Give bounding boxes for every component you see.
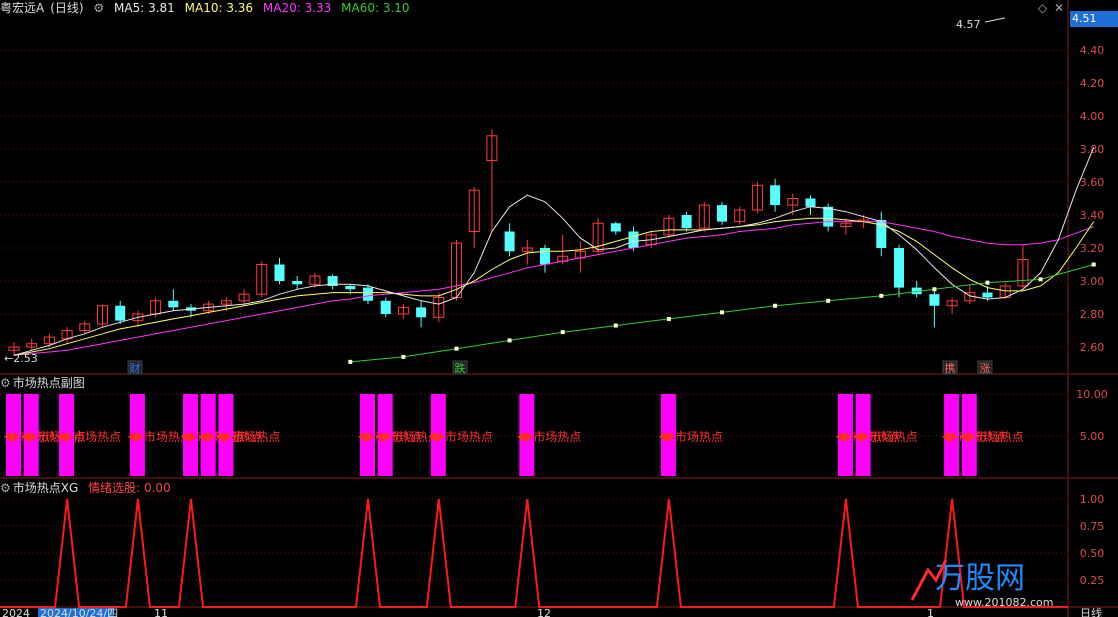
panel3-header: ⚙ 市场热点XG 情绪选股: 0.00 [0,480,177,496]
ma60-marker [348,359,353,364]
ma60-marker [401,354,406,359]
event-tag: 携 [945,361,956,375]
ma60-marker [985,280,990,285]
candle-down [681,215,692,229]
panel2-header: ⚙ 市场热点副图 [0,375,91,391]
hotspot-label: 市场热点 [870,429,918,444]
ma60-marker [932,287,937,292]
price-tick-label: 4.40 [1080,44,1105,57]
panel3-tick-label: 0.75 [1080,520,1105,533]
period-label: 日线 [1080,606,1102,617]
hotspot-label: 市场热点 [232,429,280,444]
date-label: 12 [537,607,551,617]
close-icon[interactable]: ✕ [1054,1,1064,15]
panel2-tick-label: 10.00 [1076,388,1108,401]
candle-down [929,294,940,306]
hotspot-label: 市场热点 [976,429,1024,444]
date-label: 11 [154,607,168,617]
panel3-tick-label: 0.25 [1080,574,1105,587]
candle-down [540,248,550,265]
watermark-url: www.201082.com [955,596,1053,609]
low-marker-label: ←2.53 [4,352,38,365]
candle-down [805,198,816,207]
ma60-marker [1038,277,1043,282]
price-tick-label: 3.80 [1080,143,1105,156]
candle-down [115,305,126,321]
candle-down [380,300,391,314]
price-tick-label: 3.20 [1080,242,1105,255]
event-tag: 财 [130,361,141,375]
settings-icon[interactable]: ⚙ [93,1,104,15]
price-tick-label: 3.00 [1080,275,1105,288]
ma60-marker [773,303,778,308]
candle-down [982,292,993,298]
ma60-marker [826,298,831,303]
candle-down [610,223,621,232]
candle-down [168,300,179,308]
stock-name: 粤宏远A [0,1,45,15]
current-price-badge: 4.51 [1070,11,1118,27]
ma60-marker [560,330,565,335]
date-label: 2024 [2,607,30,617]
hotspot-label: 市场热点 [445,429,493,444]
ma20-label: MA20: 3.33 [262,1,332,15]
price-tick-label: 4.00 [1080,110,1105,123]
settings-icon[interactable]: ⚙ [0,376,11,390]
candle-down [504,231,515,252]
minus-icon[interactable]: ◇ [1038,1,1047,15]
candle-down [292,281,303,285]
candle-down [823,206,834,227]
high-marker-arrow [984,17,1006,23]
panel3-subtitle: 情绪选股: 0.00 [88,481,171,495]
candle-down [345,285,356,290]
ma60-marker [879,293,884,298]
high-marker-label: 4.57 [956,18,981,31]
candle-down [894,248,904,288]
hotspot-label: 市场热点 [533,429,581,444]
ma60-marker [613,323,618,328]
price-tick-label: 2.60 [1080,341,1105,354]
panel3-tick-label: 0.50 [1080,547,1105,560]
ma60-marker [720,310,724,315]
price-tick-label: 3.40 [1080,209,1105,222]
candle-down [717,205,727,222]
panel3-tick-label: 1.00 [1080,493,1105,506]
candle-down [628,231,639,248]
ma60-marker [666,316,671,321]
ma60-marker [454,346,459,351]
ma60-label: MA60: 3.10 [341,1,410,15]
ma60-marker [507,338,512,343]
ma20-line [13,221,1094,356]
candle-down [770,185,781,206]
panel2-title: 市场热点副图 [12,376,85,390]
settings-icon[interactable]: ⚙ [0,481,11,495]
panel3-title: 市场热点XG [12,481,79,495]
price-tick-label: 4.20 [1080,77,1105,90]
stock-chart[interactable]: 4.40 4.20 4.00 3.80 3.60 3.40 3.20 3.00 2.80 2.60… [0,0,1118,617]
hotspot-label: 市场热点 [675,429,723,444]
price-tick-label: 3.60 [1080,176,1105,189]
panel2-tick-label: 5.00 [1080,430,1105,443]
main-header: 粤宏远A (日线) ⚙ MA5: 3.81 MA10: 3.36 MA20: 3.… [0,0,416,16]
hotspot-label: 市场热点 [73,429,121,444]
ma60-marker [1091,262,1096,267]
event-tag: 跌 [455,361,466,375]
candle-down [416,307,427,318]
ma10-label: MA10: 3.36 [184,1,254,15]
ma5-label: MA5: 3.81 [114,1,175,15]
candle-down [363,287,373,301]
event-tag: 涨 [980,362,991,375]
date-label: 2024/10/24/四 [40,607,118,617]
candle-down [274,264,285,281]
ma10-line [13,217,1095,356]
period-label: (日线) [50,1,84,15]
date-label: 1 [927,607,934,617]
price-tick-label: 2.80 [1080,308,1105,321]
watermark-brand: 万股网 [935,561,1025,596]
